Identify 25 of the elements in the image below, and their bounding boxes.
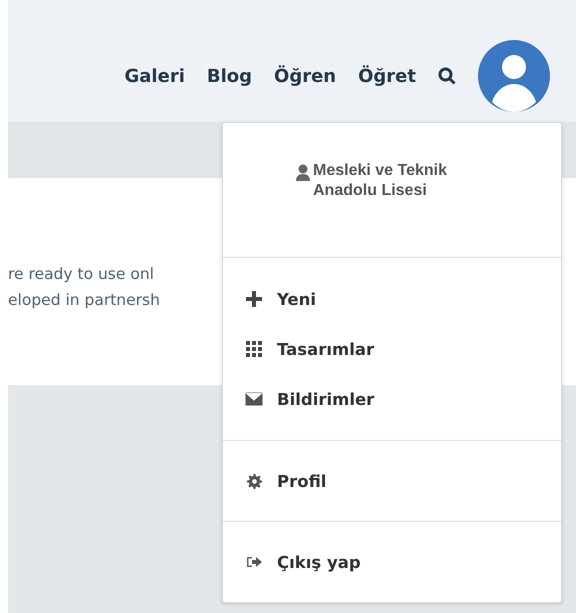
menu-item-label: Çıkış yap [277, 552, 361, 572]
menu-item-label: Yeni [277, 290, 316, 308]
user-name: Mesleki ve Teknik Anadolu Lisesi [313, 161, 448, 201]
menu-item[interactable]: Tasarımlar [223, 331, 561, 367]
menu-item-label: Tasarımlar [277, 340, 374, 358]
envelope-icon [245, 392, 263, 406]
menu-item[interactable]: Bildirimler [223, 381, 561, 417]
avatar-icon[interactable] [478, 40, 550, 112]
nav-link[interactable]: Galeri [124, 66, 185, 86]
body-text: eloped in partnersh [8, 290, 160, 308]
search-icon[interactable] [438, 67, 456, 85]
menu-item-label: Profil [277, 472, 326, 490]
nav-link[interactable]: Blog [206, 66, 252, 86]
nav-link[interactable]: Öğren [274, 66, 336, 86]
menu-item[interactable]: Çıkış yap [223, 544, 561, 580]
gear-icon [246, 474, 262, 488]
menu-item-label: Bildirimler [277, 390, 374, 408]
menu-item[interactable]: Profil [223, 463, 561, 499]
sign-out-icon [246, 556, 262, 568]
menu-item[interactable]: Yeni [223, 281, 561, 317]
plus-icon [246, 291, 262, 307]
body-text: re ready to use onl [8, 264, 154, 282]
nav-link[interactable]: Öğret [358, 66, 416, 86]
grid-icon [246, 341, 262, 357]
person-icon [296, 164, 310, 181]
